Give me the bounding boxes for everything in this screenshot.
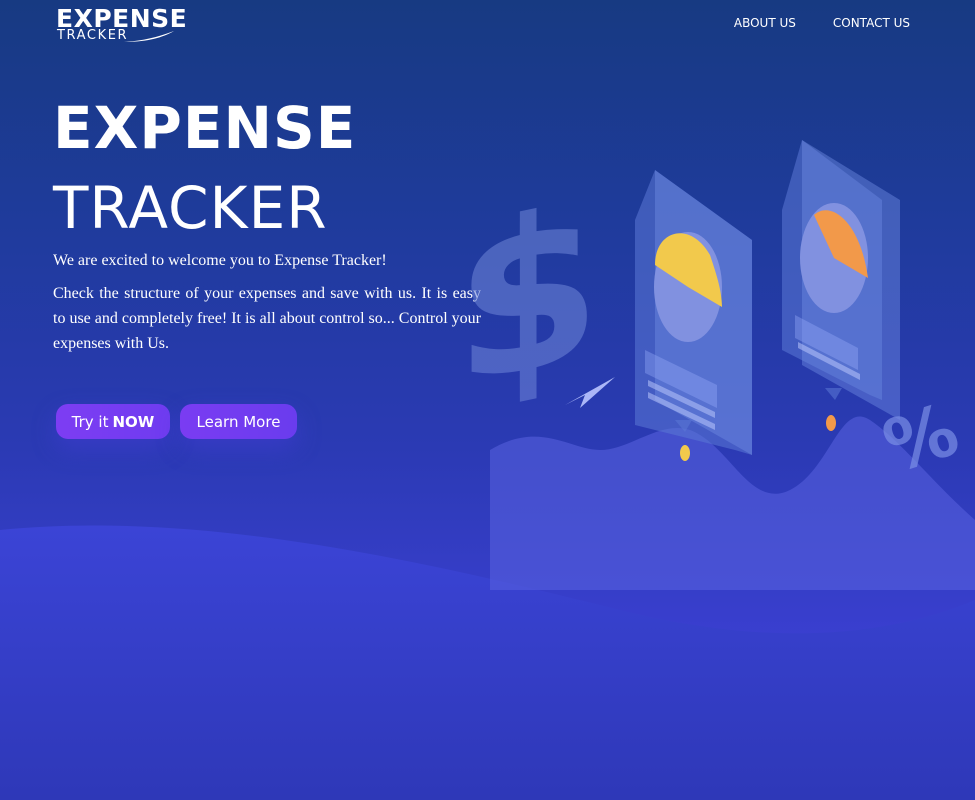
description-text: Check the structure of your expenses and… (53, 285, 481, 352)
hero-title-line2: TRACKER (53, 174, 328, 242)
logo[interactable]: EXPENSE TRACKER (56, 4, 187, 44)
pie-chart-icon (654, 232, 722, 342)
pie-chart-card-left (635, 170, 752, 455)
try-it-emphasis: NOW (112, 412, 155, 431)
pie-chart-card-right (782, 140, 900, 420)
svg-text:$: $ (455, 160, 601, 435)
logo-swoosh-icon (124, 31, 174, 42)
pie-chart-icon-right (800, 203, 868, 313)
hero-illustration: $ % (455, 140, 975, 590)
hero-title-line1: EXPENSE (53, 94, 357, 162)
top-nav: ABOUT US CONTACT US (734, 16, 910, 30)
yellow-dot (680, 445, 690, 461)
dollar-icon: $ (455, 160, 601, 435)
orange-dot (826, 415, 836, 431)
welcome-text: We are excited to welcome you to Expense… (53, 252, 387, 269)
try-it-label: Try it (71, 412, 109, 431)
nav-contact-us[interactable]: CONTACT US (833, 16, 910, 30)
learn-more-button[interactable]: Learn More (180, 404, 297, 439)
nav-about-us[interactable]: ABOUT US (734, 16, 796, 30)
try-it-now-button[interactable]: Try it NOW (56, 404, 170, 439)
logo-text-bottom: TRACKER (57, 28, 129, 43)
